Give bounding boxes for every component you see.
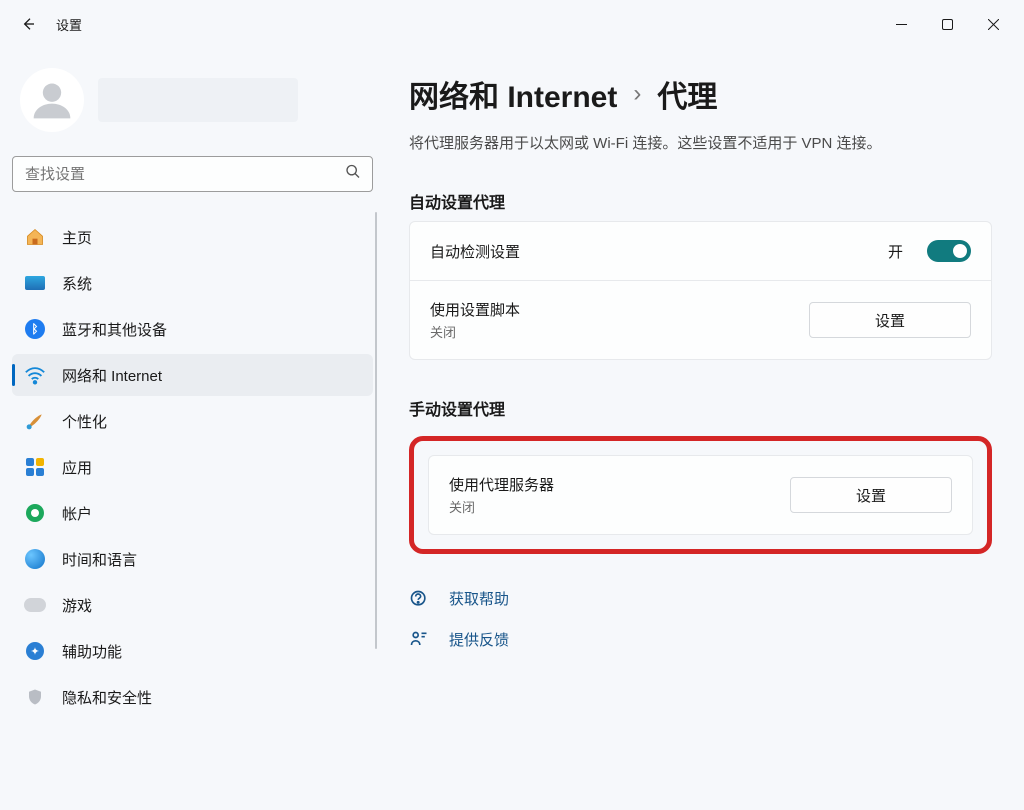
system-icon <box>24 272 46 294</box>
shield-icon <box>24 686 46 708</box>
give-feedback-label: 提供反馈 <box>449 629 509 650</box>
account-icon <box>24 502 46 524</box>
close-button[interactable] <box>970 4 1016 44</box>
bluetooth-icon: ᛒ <box>24 318 46 340</box>
manual-proxy-section-title: 手动设置代理 <box>409 396 992 420</box>
sidebar-item-label: 时间和语言 <box>62 549 137 570</box>
search-icon <box>345 164 361 185</box>
auto-detect-row[interactable]: 自动检测设置 开 <box>410 222 991 280</box>
page-subtitle: 将代理服务器用于以太网或 Wi-Fi 连接。这些设置不适用于 VPN 连接。 <box>409 132 992 153</box>
sidebar-item-home[interactable]: 主页 <box>12 216 373 258</box>
search-input[interactable] <box>12 156 373 192</box>
profile-name-placeholder <box>98 78 298 122</box>
scrollbar[interactable] <box>375 212 377 649</box>
app-title: 设置 <box>56 15 82 34</box>
apps-icon <box>24 456 46 478</box>
sidebar-item-label: 主页 <box>62 227 92 248</box>
sidebar-item-timelanguage[interactable]: 时间和语言 <box>12 538 373 580</box>
sidebar-item-accounts[interactable]: 帐户 <box>12 492 373 534</box>
manual-proxy-card: 使用代理服务器 关闭 设置 <box>428 455 973 535</box>
get-help-link[interactable]: 获取帮助 <box>409 588 992 609</box>
use-proxy-label: 使用代理服务器 <box>449 474 774 495</box>
minimize-button[interactable] <box>878 4 924 44</box>
maximize-button[interactable] <box>924 4 970 44</box>
home-icon <box>24 226 46 248</box>
use-proxy-status: 关闭 <box>449 497 774 516</box>
nav: 主页 系统 ᛒ 蓝牙和其他设备 网络和 Internet 个性化 应用 <box>8 212 377 810</box>
sidebar: 主页 系统 ᛒ 蓝牙和其他设备 网络和 Internet 个性化 应用 <box>0 48 385 810</box>
sidebar-item-label: 隐私和安全性 <box>62 687 152 708</box>
sidebar-item-label: 帐户 <box>62 503 92 524</box>
sidebar-item-personalization[interactable]: 个性化 <box>12 400 373 442</box>
auto-detect-label: 自动检测设置 <box>430 241 872 262</box>
arrow-left-icon <box>20 16 36 32</box>
auto-proxy-card: 自动检测设置 开 使用设置脚本 关闭 设置 <box>409 221 992 360</box>
setup-script-button[interactable]: 设置 <box>809 302 971 338</box>
breadcrumb-current: 代理 <box>657 72 717 116</box>
use-proxy-row: 使用代理服务器 关闭 设置 <box>429 456 972 534</box>
give-feedback-link[interactable]: 提供反馈 <box>409 629 992 650</box>
auto-detect-state: 开 <box>888 241 903 262</box>
setup-script-row: 使用设置脚本 关闭 设置 <box>410 280 991 359</box>
sidebar-item-label: 应用 <box>62 457 92 478</box>
wifi-icon <box>24 364 46 386</box>
sidebar-item-label: 个性化 <box>62 411 107 432</box>
gamepad-icon <box>24 594 46 616</box>
setup-script-status: 关闭 <box>430 322 793 341</box>
sidebar-item-gaming[interactable]: 游戏 <box>12 584 373 626</box>
content: 网络和 Internet › 代理 将代理服务器用于以太网或 Wi-Fi 连接。… <box>385 48 1024 810</box>
setup-script-label: 使用设置脚本 <box>430 299 793 320</box>
footer-links: 获取帮助 提供反馈 <box>409 588 992 650</box>
globe-clock-icon <box>24 548 46 570</box>
titlebar: 设置 <box>0 0 1024 48</box>
chevron-right-icon: › <box>633 80 641 108</box>
sidebar-item-accessibility[interactable]: ✦ 辅助功能 <box>12 630 373 672</box>
feedback-icon <box>409 630 429 650</box>
search-box[interactable] <box>12 156 373 192</box>
avatar <box>20 68 84 132</box>
back-button[interactable] <box>8 4 48 44</box>
sidebar-item-system[interactable]: 系统 <box>12 262 373 304</box>
get-help-label: 获取帮助 <box>449 588 509 609</box>
sidebar-item-label: 系统 <box>62 273 92 294</box>
sidebar-item-label: 蓝牙和其他设备 <box>62 319 167 340</box>
brush-icon <box>24 410 46 432</box>
help-icon <box>409 589 429 609</box>
sidebar-item-network[interactable]: 网络和 Internet <box>12 354 373 396</box>
breadcrumb: 网络和 Internet › 代理 <box>409 72 992 116</box>
sidebar-item-label: 网络和 Internet <box>62 365 162 386</box>
profile-block[interactable] <box>8 48 377 156</box>
auto-proxy-section-title: 自动设置代理 <box>409 189 992 213</box>
auto-detect-toggle[interactable] <box>927 240 971 262</box>
highlighted-region: 使用代理服务器 关闭 设置 <box>409 436 992 554</box>
breadcrumb-parent[interactable]: 网络和 Internet <box>409 72 617 116</box>
sidebar-item-privacy[interactable]: 隐私和安全性 <box>12 676 373 718</box>
sidebar-item-apps[interactable]: 应用 <box>12 446 373 488</box>
sidebar-item-label: 游戏 <box>62 595 92 616</box>
use-proxy-settings-button[interactable]: 设置 <box>790 477 952 513</box>
accessibility-icon: ✦ <box>24 640 46 662</box>
sidebar-item-label: 辅助功能 <box>62 641 122 662</box>
sidebar-item-bluetooth[interactable]: ᛒ 蓝牙和其他设备 <box>12 308 373 350</box>
